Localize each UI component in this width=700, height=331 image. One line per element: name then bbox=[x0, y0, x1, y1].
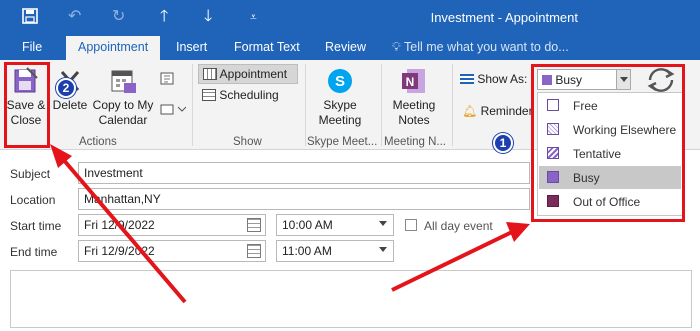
arrow-to-save-close bbox=[60, 156, 187, 304]
annotation-arrows bbox=[50, 144, 530, 304]
arrow-to-show-as bbox=[391, 230, 513, 292]
